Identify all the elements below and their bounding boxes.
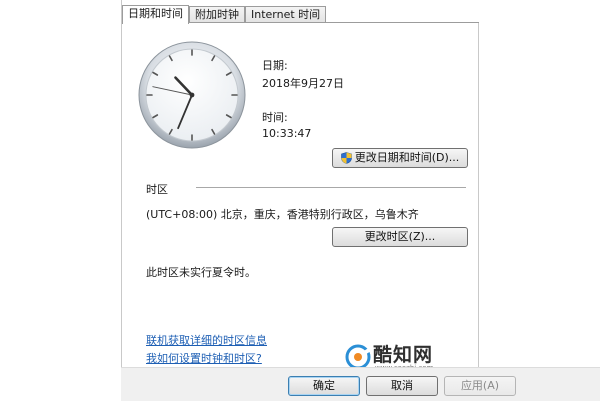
watermark-brand: 酷知网 bbox=[373, 344, 434, 366]
date-time-dialog: 日期和时间 附加时钟 Internet 时间 日期: 2018年9月27日 时间… bbox=[0, 0, 600, 401]
timezone-divider bbox=[196, 187, 466, 188]
time-label: 时间: bbox=[262, 111, 288, 124]
ok-button[interactable]: 确定 bbox=[288, 376, 360, 396]
dialog-button-bar bbox=[121, 367, 600, 401]
time-value: 10:33:47 bbox=[262, 127, 312, 140]
change-date-time-button[interactable]: 更改日期和时间(D)... bbox=[332, 148, 468, 168]
tab-panel-right-border bbox=[478, 22, 479, 367]
dialog-left-border bbox=[121, 0, 122, 400]
apply-button[interactable]: 应用(A) bbox=[444, 376, 516, 396]
uac-shield-icon bbox=[340, 152, 352, 164]
change-timezone-button[interactable]: 更改时区(Z)... bbox=[332, 227, 468, 247]
cancel-button[interactable]: 取消 bbox=[366, 376, 438, 396]
tab-date-time[interactable]: 日期和时间 bbox=[122, 5, 189, 24]
tab-additional-clocks[interactable]: 附加时钟 bbox=[189, 6, 245, 23]
tab-internet-time[interactable]: Internet 时间 bbox=[245, 6, 327, 23]
online-timezone-info-link[interactable]: 联机获取详细的时区信息 bbox=[146, 332, 267, 348]
timezone-heading: 时区 bbox=[146, 183, 168, 196]
date-value: 2018年9月27日 bbox=[262, 77, 344, 90]
timezone-value: (UTC+08:00) 北京，重庆，香港特别行政区，乌鲁木齐 bbox=[146, 208, 419, 221]
tab-strip: 日期和时间 附加时钟 Internet 时间 bbox=[122, 5, 327, 24]
dst-note: 此时区未实行夏令时。 bbox=[146, 266, 256, 279]
date-label: 日期: bbox=[262, 59, 288, 72]
change-date-time-label: 更改日期和时间(D)... bbox=[354, 151, 460, 164]
analog-clock-icon bbox=[138, 41, 246, 149]
how-to-set-clock-link[interactable]: 我如何设置时钟和时区? bbox=[146, 350, 262, 366]
